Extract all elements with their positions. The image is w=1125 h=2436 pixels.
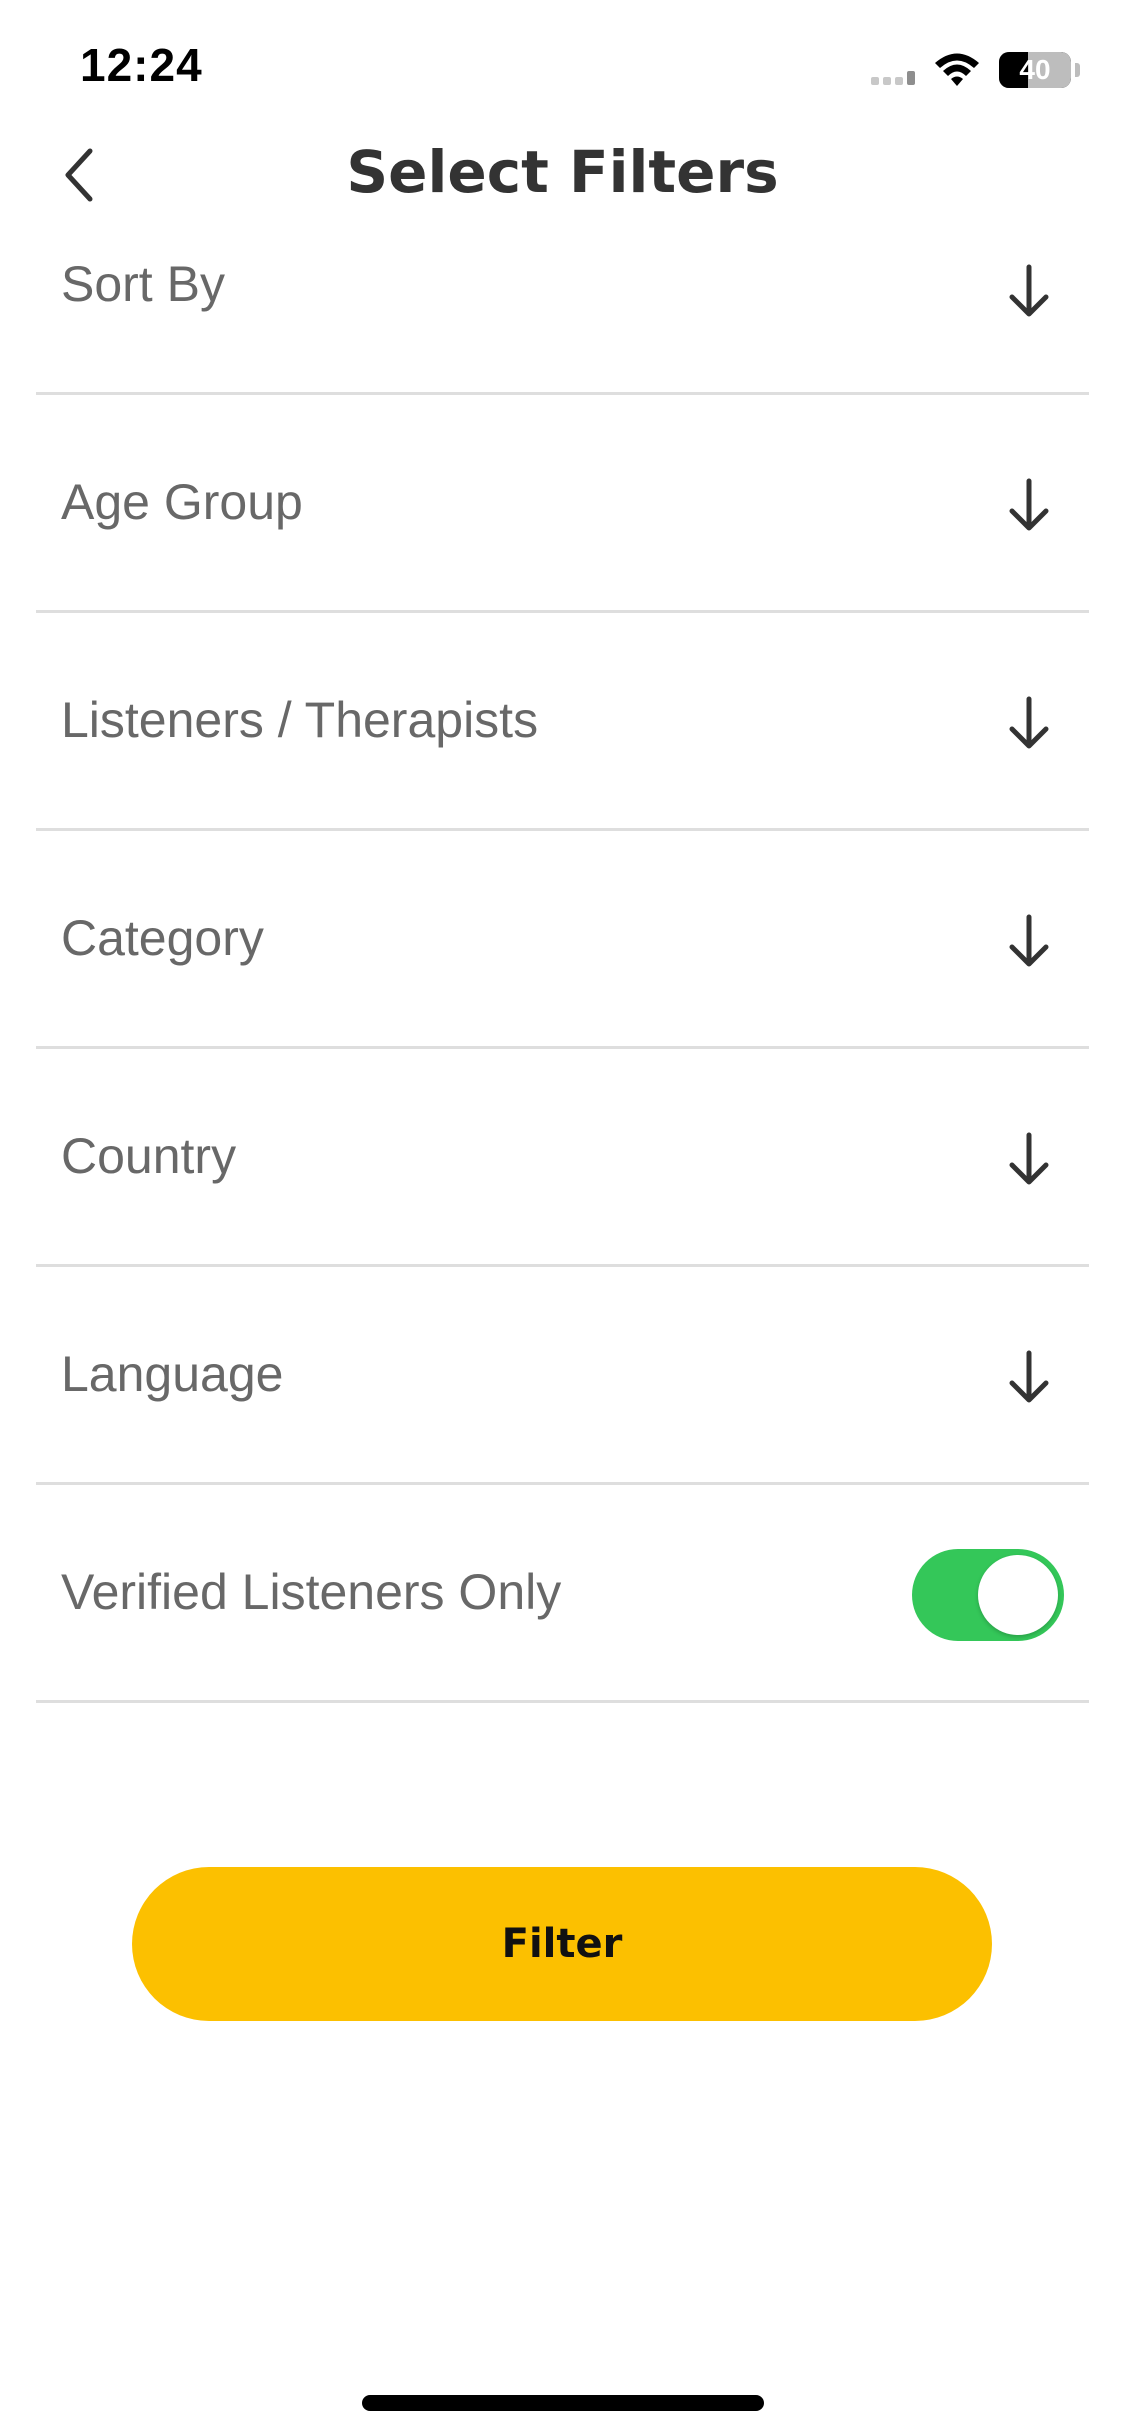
cellular-signal-icon	[871, 55, 915, 85]
verified-listeners-toggle[interactable]	[912, 1549, 1064, 1641]
filter-label: Listeners / Therapists	[61, 692, 539, 748]
filter-row-language[interactable]: Language	[36, 1267, 1089, 1485]
toggle-knob	[978, 1555, 1058, 1635]
filter-row-listeners-therapists[interactable]: Listeners / Therapists	[36, 613, 1089, 831]
status-icons: 40	[871, 48, 1080, 92]
arrow-down-icon	[1009, 1350, 1049, 1403]
wifi-icon	[935, 53, 979, 86]
battery-percent-text: 40	[1019, 54, 1051, 85]
arrow-down-icon	[1009, 478, 1049, 531]
arrow-down-icon	[1009, 1132, 1049, 1185]
battery-icon: 40	[999, 52, 1071, 88]
arrow-down-icon	[1009, 264, 1049, 317]
arrow-down-icon	[1009, 696, 1049, 749]
filter-row-age-group[interactable]: Age Group	[36, 395, 1089, 613]
filter-label: Country	[61, 1128, 237, 1184]
filter-row-sort-by[interactable]: Sort By	[36, 177, 1089, 395]
filter-row-category[interactable]: Category	[36, 831, 1089, 1049]
status-bar: 12:24 40	[0, 0, 1125, 130]
status-time: 12:24	[80, 39, 203, 91]
filter-label: Category	[61, 910, 264, 966]
arrow-down-icon	[1009, 914, 1049, 967]
filter-row-country[interactable]: Country	[36, 1049, 1089, 1267]
battery-cap	[1075, 63, 1080, 77]
filter-label: Age Group	[61, 474, 303, 530]
filter-label: Verified Listeners Only	[61, 1564, 562, 1620]
filter-button[interactable]: Filter	[132, 1867, 992, 2021]
home-indicator	[362, 2395, 764, 2411]
filter-list: Sort By Age Group Listeners / Therapists…	[36, 217, 1089, 1703]
filter-label: Language	[61, 1346, 284, 1402]
filter-label: Sort By	[61, 256, 225, 312]
filter-row-verified-listeners: Verified Listeners Only	[36, 1485, 1089, 1703]
